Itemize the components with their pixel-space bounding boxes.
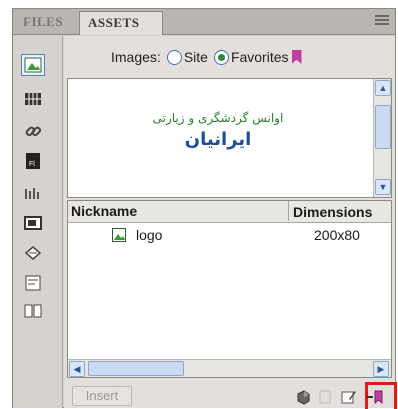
scroll-right-button[interactable]: ▶ (373, 361, 389, 377)
images-category-icon[interactable] (21, 54, 45, 76)
list-horizontal-scrollbar[interactable]: ◀ ▶ (68, 359, 391, 377)
tab-assets[interactable]: ASSETS (79, 11, 163, 35)
preview-vertical-scrollbar[interactable]: ▲ ▼ (373, 79, 391, 197)
scroll-down-button[interactable]: ▼ (375, 179, 391, 195)
logo-preview-image: اوانس گردشگری و زیارتی ایرانیان (133, 111, 303, 167)
insert-button[interactable]: Insert (72, 386, 132, 406)
site-radio[interactable] (166, 49, 182, 65)
flash-category-icon[interactable]: Fl (21, 150, 45, 172)
asset-category-sidebar: Fl (13, 36, 63, 408)
refresh-site-list-icon[interactable] (294, 388, 312, 406)
row-nickname: logo (136, 227, 163, 243)
horizontal-scroll-thumb[interactable] (88, 361, 184, 376)
favorites-radio[interactable] (213, 49, 229, 65)
list-header: Nickname Dimensions (68, 201, 391, 223)
list-item[interactable]: logo 200x80 (68, 225, 391, 245)
favorites-radio-dot (217, 53, 225, 61)
library-category-icon[interactable] (21, 300, 45, 322)
panel-footer: Insert (64, 382, 397, 409)
assets-content: Images: Site Favorites اوانس گردشگری و ز… (64, 36, 397, 409)
scroll-left-button[interactable]: ◀ (69, 361, 85, 377)
image-file-icon (112, 228, 126, 242)
column-dimensions[interactable]: Dimensions (288, 201, 372, 221)
movies-category-icon[interactable] (21, 212, 45, 234)
panel-menu-icon[interactable] (375, 15, 389, 27)
images-filter-label: Images: (111, 49, 161, 65)
row-dimensions: 200x80 (314, 227, 360, 243)
add-to-site-icon (316, 388, 334, 406)
assets-list: Nickname Dimensions logo 200x80 ◀ ▶ (67, 200, 392, 378)
shockwave-category-icon[interactable] (21, 182, 45, 204)
scripts-category-icon[interactable] (21, 242, 45, 264)
remove-from-favorites-icon[interactable] (366, 388, 384, 406)
svg-text:Fl: Fl (29, 161, 35, 168)
urls-category-icon[interactable] (21, 120, 45, 142)
logo-text-line2: ایرانیان (184, 129, 252, 150)
templates-category-icon[interactable] (21, 272, 45, 294)
assets-panel: FILES ASSETS Fl Images: Site Favorites ا… (12, 8, 397, 409)
logo-text-line1: اوانس گردشگری و زیارتی (152, 111, 284, 125)
asset-preview: اوانس گردشگری و زیارتی ایرانیان ▲ ▼ (67, 78, 392, 198)
column-nickname[interactable]: Nickname (71, 203, 137, 219)
site-radio-label[interactable]: Site (184, 49, 208, 65)
favorites-bookmark-icon (291, 50, 302, 64)
panel-tab-bar: FILES ASSETS (13, 9, 395, 35)
tab-files[interactable]: FILES (15, 11, 71, 35)
edit-icon[interactable] (340, 388, 358, 406)
colors-category-icon[interactable] (21, 88, 45, 110)
scroll-thumb[interactable] (375, 105, 391, 149)
favorites-radio-label[interactable]: Favorites (231, 49, 289, 65)
scroll-up-button[interactable]: ▲ (375, 80, 391, 96)
images-filter-row: Images: Site Favorites (64, 46, 395, 68)
